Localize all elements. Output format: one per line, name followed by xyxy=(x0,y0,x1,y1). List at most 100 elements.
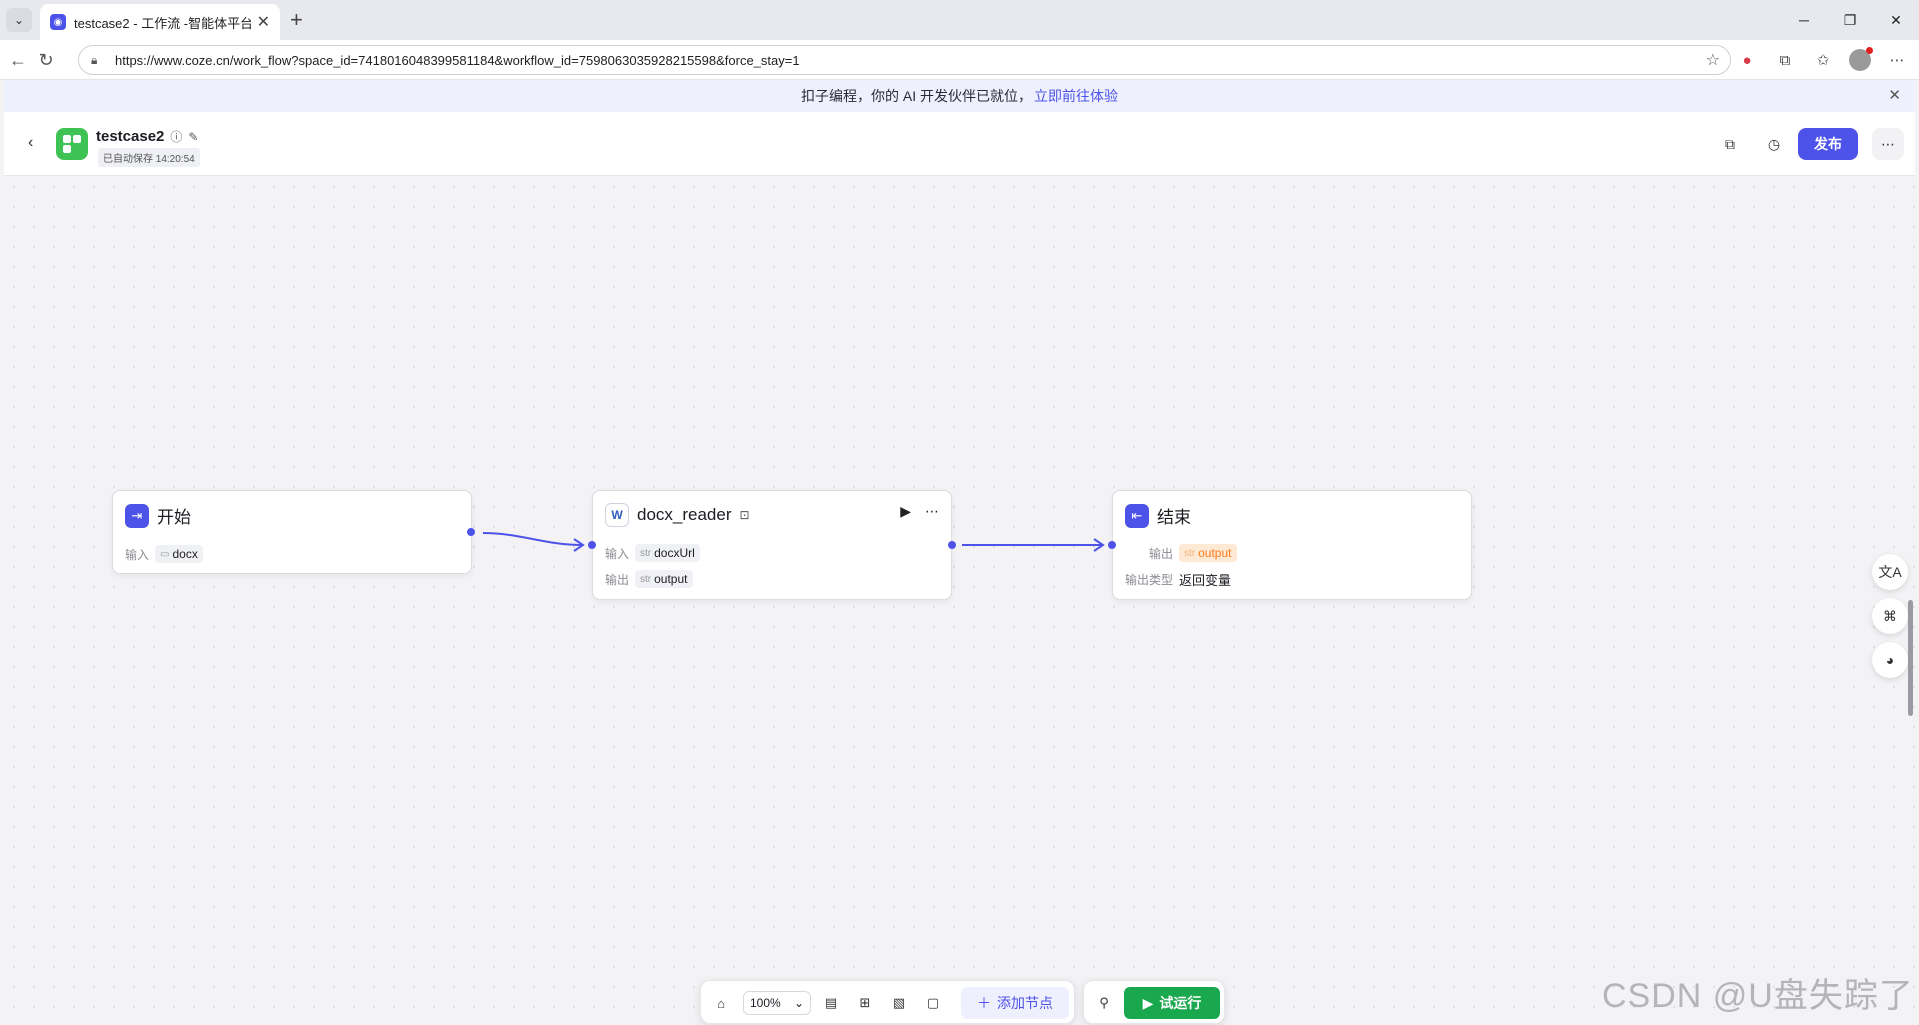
run-toolbar: ⚲ ▶ 试运行 xyxy=(1083,980,1225,1024)
zoom-select[interactable]: 100% ⌄ xyxy=(743,991,811,1015)
window-controls: ─ ❐ ✕ xyxy=(1781,0,1919,40)
output-label: 输出 xyxy=(605,572,630,587)
end-input-port[interactable] xyxy=(1108,541,1116,549)
test-run-label: 试运行 xyxy=(1159,995,1202,1011)
minimize-icon[interactable]: ─ xyxy=(1781,0,1827,40)
puzzle-icon[interactable]: ⧉ xyxy=(1773,48,1797,72)
test-run-button[interactable]: ▶ 试运行 xyxy=(1124,987,1220,1019)
output-variable-name: output xyxy=(654,572,688,586)
auto-layout-icon[interactable]: ⊞ xyxy=(855,993,875,1013)
tab-list-button[interactable]: ⌄ xyxy=(6,8,32,32)
end-node-header: ⇤ 结束 xyxy=(1125,503,1191,528)
reload-icon[interactable]: ↻ xyxy=(34,48,58,72)
start-node-header: ⇥ 开始 xyxy=(125,503,191,528)
copy-icon[interactable]: ⧉ xyxy=(1718,132,1742,156)
folder-icon: ▭ xyxy=(160,548,170,560)
start-node[interactable]: ⇥ 开始 输入 ▭ docx xyxy=(112,490,472,574)
history-icon[interactable]: ◷ xyxy=(1762,132,1786,156)
end-node[interactable]: ⇤ 结束 输出 str output 输出类型 返回变量 xyxy=(1112,490,1472,600)
banner-text: 扣子编程，你的 AI 开发伙伴已就位， xyxy=(800,88,1032,104)
start-node-icon: ⇥ xyxy=(125,503,149,528)
tab-title: testcase2 - 工作流 -智能体平台 xyxy=(74,15,251,31)
reader-output-row: 输出 str output xyxy=(605,570,693,588)
more-menu-icon[interactable]: ⋯ xyxy=(1885,48,1909,72)
start-node-input-row: 输入 ▭ docx xyxy=(125,545,203,563)
zoom-value: 100% xyxy=(750,996,781,1010)
address-bar: ← ↻ 🔒︎ https://www.coze.cn/work_flow?spa… xyxy=(0,40,1919,80)
chevron-down-icon: ⌄ xyxy=(793,996,804,1010)
banner-link[interactable]: 立即前往体验 xyxy=(1034,86,1118,106)
word-doc-icon: W xyxy=(605,503,629,527)
end-node-title: 结束 xyxy=(1157,508,1191,527)
add-node-button[interactable]: ＋ 添加节点 xyxy=(961,987,1069,1019)
type-label: str xyxy=(640,547,652,559)
reader-node-actions: ▶ ⋯ xyxy=(900,503,939,520)
browser-tab-bar: ⌄ ◉ testcase2 - 工作流 -智能体平台 ✕ + ─ ❐ ✕ xyxy=(0,0,1919,40)
watermark: CSDN @U盘失踪了 xyxy=(1602,977,1914,1015)
back-arrow-icon[interactable]: ‹ xyxy=(28,134,33,152)
output-label: 输出 xyxy=(1149,546,1174,561)
play-icon: ▶ xyxy=(1142,994,1154,1011)
reader-node-header: W docx_reader ⊡ xyxy=(605,503,750,527)
info-icon[interactable]: ⓘ xyxy=(170,128,182,145)
translate-icon[interactable]: 文A xyxy=(1872,554,1908,590)
workflow-canvas[interactable] xyxy=(4,177,1915,1025)
assistant-icon[interactable]: ◕ xyxy=(1872,642,1908,678)
close-icon[interactable]: ✕ xyxy=(1888,86,1901,104)
fit-view-icon[interactable]: ▢ xyxy=(923,993,943,1013)
workflow-header: ‹ testcase2 ⓘ ✎ 已自动保存 14:20:54 ⧉ ◷ 发布 ⋯ xyxy=(4,112,1915,176)
type-label: str xyxy=(640,573,652,585)
promo-banner: 扣子编程，你的 AI 开发伙伴已就位， 立即前往体验 ✕ xyxy=(4,80,1915,112)
coze-favicon-icon: ◉ xyxy=(50,14,66,30)
profile-avatar[interactable] xyxy=(1849,47,1873,71)
workflow-title-group: testcase2 ⓘ ✎ xyxy=(96,128,198,145)
output-kind-value: 返回变量 xyxy=(1179,573,1232,588)
more-options-icon[interactable]: ⋯ xyxy=(1872,128,1904,160)
output-variable-tag: str output xyxy=(635,570,693,588)
favorites-icon[interactable]: ✩ xyxy=(1811,48,1835,72)
restore-icon[interactable]: ❐ xyxy=(1827,0,1873,40)
reader-input-port[interactable] xyxy=(588,541,596,549)
workflow-title: testcase2 xyxy=(96,128,165,145)
input-variable-name: docx xyxy=(172,547,198,561)
reader-input-row: 输入 str docxUrl xyxy=(605,544,700,562)
url-field[interactable]: 🔒︎ https://www.coze.cn/work_flow?space_i… xyxy=(78,45,1731,75)
output-variable-name: output xyxy=(1198,546,1232,560)
start-output-port[interactable] xyxy=(467,528,475,536)
site-info-icon[interactable]: 🔒︎ xyxy=(91,53,105,67)
type-label: str xyxy=(1184,547,1196,559)
scrollbar-thumb[interactable] xyxy=(1908,600,1913,716)
publish-button[interactable]: 发布 xyxy=(1798,128,1858,160)
edit-icon[interactable]: ✎ xyxy=(188,130,198,144)
back-icon[interactable]: ← xyxy=(6,48,30,72)
new-tab-icon[interactable]: + xyxy=(290,8,303,32)
input-variable-name: docxUrl xyxy=(654,546,695,560)
end-output-kind-row: 输出类型 返回变量 xyxy=(1125,570,1231,589)
apps-grid-icon[interactable]: ⌘ xyxy=(1872,598,1908,634)
comment-icon[interactable]: ▤ xyxy=(821,993,841,1013)
input-label: 输入 xyxy=(125,547,150,562)
plugin-badge-icon: ⊡ xyxy=(739,508,750,522)
plus-icon: ＋ xyxy=(977,995,991,1011)
extension-icon[interactable]: ● xyxy=(1735,48,1759,72)
close-tab-icon[interactable]: ✕ xyxy=(257,12,270,32)
debug-tool-icon[interactable]: ⚲ xyxy=(1094,993,1114,1013)
input-variable-tag: str docxUrl xyxy=(635,544,700,562)
node-more-icon[interactable]: ⋯ xyxy=(925,503,939,520)
run-node-icon[interactable]: ▶ xyxy=(900,503,911,520)
url-text: https://www.coze.cn/work_flow?space_id=7… xyxy=(115,52,800,68)
workflow-logo-icon xyxy=(56,128,88,160)
minimap-icon[interactable]: ▧ xyxy=(889,993,909,1013)
add-node-label: 添加节点 xyxy=(997,995,1053,1011)
browser-tab[interactable]: ◉ testcase2 - 工作流 -智能体平台 ✕ xyxy=(40,4,280,40)
end-output-row: 输出 str output xyxy=(1149,544,1237,562)
close-window-icon[interactable]: ✕ xyxy=(1873,0,1919,40)
input-variable-tag: ▭ docx xyxy=(155,545,203,563)
docx-reader-node[interactable]: W docx_reader ⊡ ▶ ⋯ 输入 str docxUrl 输出 st… xyxy=(592,490,952,600)
reader-node-title: docx_reader xyxy=(637,505,732,524)
mouse-mode-icon[interactable]: ⌂ xyxy=(711,993,731,1013)
bookmark-star-icon[interactable]: ☆ xyxy=(1706,50,1720,70)
reader-output-port[interactable] xyxy=(948,541,956,549)
autosave-status: 已自动保存 14:20:54 xyxy=(98,148,200,167)
browser-extensions: ● ⧉ ✩ ⋯ xyxy=(1735,47,1909,72)
